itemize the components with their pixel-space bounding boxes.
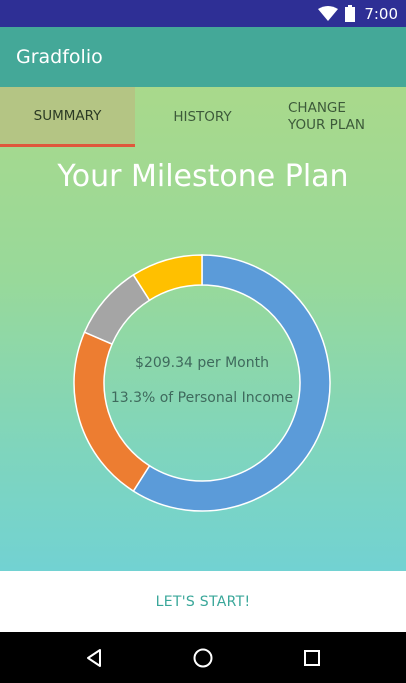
- start-bar: LET'S START!: [0, 571, 406, 632]
- app-title: Gradfolio: [16, 46, 103, 68]
- navigation-bar: [0, 632, 406, 683]
- app-bar: Gradfolio: [0, 27, 406, 87]
- percent-of-income: 13.3% of Personal Income: [110, 390, 294, 406]
- tab-change-your-plan[interactable]: CHANGE YOUR PLAN: [270, 87, 406, 147]
- status-bar: 7:00: [0, 0, 406, 27]
- home-icon[interactable]: [183, 638, 223, 678]
- tab-summary-label: SUMMARY: [33, 107, 102, 124]
- status-time: 7:00: [364, 4, 398, 23]
- lets-start-button[interactable]: LET'S START!: [156, 594, 251, 610]
- recents-icon[interactable]: [292, 638, 332, 678]
- page-title: Your Milestone Plan: [57, 159, 349, 194]
- tab-history[interactable]: HISTORY: [135, 87, 270, 147]
- back-icon[interactable]: [74, 638, 114, 678]
- tab-history-label: HISTORY: [173, 109, 232, 125]
- tab-bar: SUMMARY HISTORY CHANGE YOUR PLAN: [0, 87, 406, 147]
- donut-center: $209.34 per Month 13.3% of Personal Inco…: [72, 253, 332, 513]
- per-month-amount: $209.34 per Month: [135, 355, 269, 371]
- main-content: SUMMARY HISTORY CHANGE YOUR PLAN Your Mi…: [0, 87, 406, 571]
- tab-change-your-plan-label: CHANGE YOUR PLAN: [288, 100, 365, 133]
- tab-summary[interactable]: SUMMARY: [0, 87, 135, 147]
- wifi-icon: [318, 5, 339, 22]
- battery-icon: [345, 5, 356, 22]
